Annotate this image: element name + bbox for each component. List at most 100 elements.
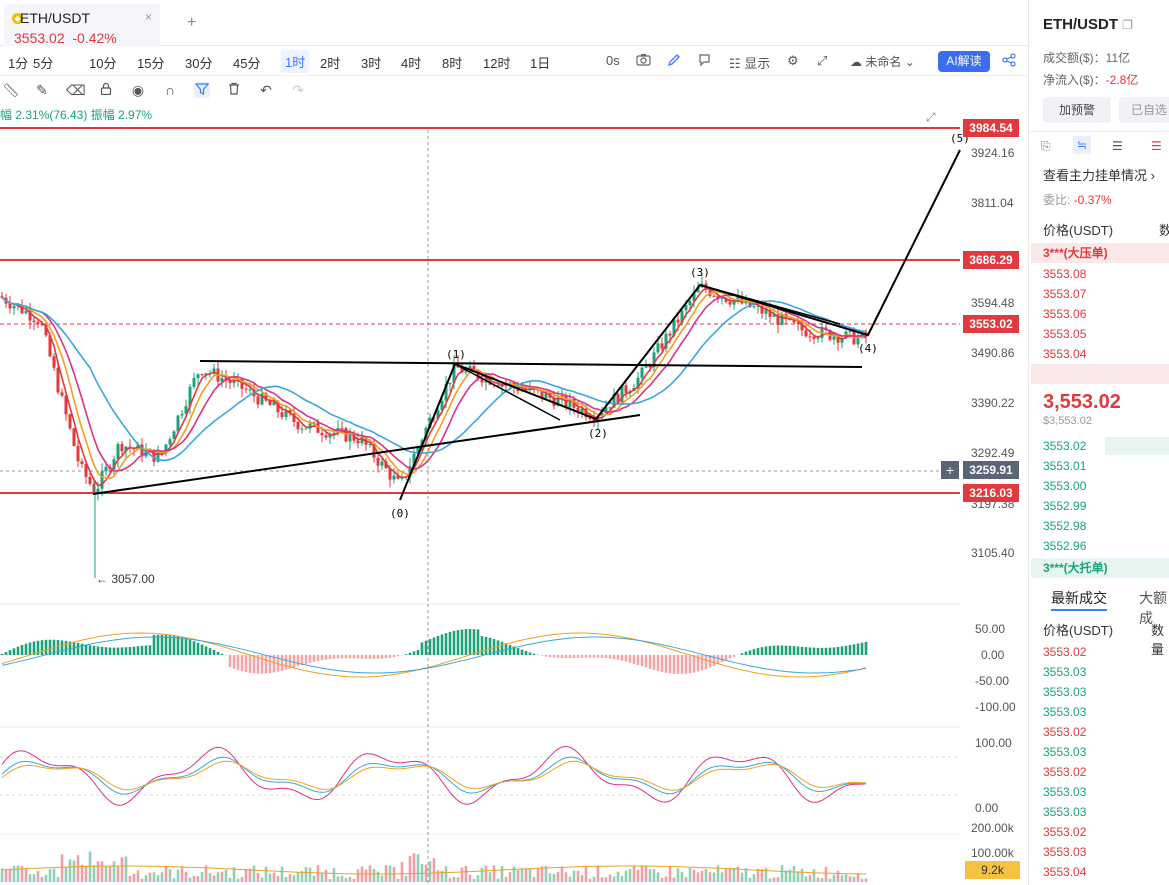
volume-bar [176, 869, 180, 882]
interval-4[interactable]: 30分 [185, 53, 212, 72]
bid-row[interactable]: 3552.99 [1043, 499, 1086, 513]
price-tag-support: 3216.03 [963, 484, 1019, 502]
view-main-orders-link[interactable]: 查看主力挂单情况 › [1043, 165, 1155, 184]
trash-icon[interactable] [226, 82, 242, 98]
volume-bar [236, 878, 240, 882]
interval-2[interactable]: 10分 [89, 53, 116, 72]
eye-icon[interactable]: ◉ [130, 82, 146, 98]
undo-icon[interactable]: ↶ [258, 82, 274, 98]
ask-row[interactable]: 3553.06 [1043, 307, 1086, 321]
eraser-icon[interactable]: ⌫ [66, 82, 86, 98]
orderbook-mode-icon[interactable]: ⎘ [1041, 139, 1051, 154]
interval-5[interactable]: 45分 [233, 53, 260, 72]
ask-row[interactable]: 3553.08 [1043, 267, 1086, 281]
interval-8[interactable]: 3时 [361, 53, 381, 72]
close-tab-icon[interactable]: × [145, 10, 152, 24]
candle-body [804, 330, 808, 337]
camera-icon[interactable] [636, 53, 651, 69]
interval-10[interactable]: 8时 [442, 53, 462, 72]
trade-row: 3553.03 [1043, 745, 1087, 759]
macd-bar [236, 655, 240, 671]
interval-1[interactable]: 5分 [33, 53, 53, 72]
ask-row[interactable]: 3553.07 [1043, 287, 1086, 301]
replay-icon[interactable] [698, 53, 711, 70]
macd-bar [20, 645, 24, 655]
bid-row[interactable]: 3553.00 [1043, 479, 1086, 493]
volume-bar [344, 878, 348, 882]
orderbook-both-icon[interactable]: ≒ [1073, 136, 1091, 154]
redo-icon[interactable]: ↷ [290, 82, 306, 98]
bid-row[interactable]: 3552.98 [1043, 519, 1086, 533]
volume-bar [168, 869, 172, 882]
volume-bar [288, 874, 292, 882]
interval-toolbar: 1分 5分 10分 15分 30分 45分 1时 2时 3时 4时 8时 12时 1日 0s ☷ 显示 … [0, 46, 1028, 76]
interval-0[interactable]: 1分 [8, 53, 28, 72]
macd-bar [548, 655, 552, 658]
expand-icon[interactable]: ⤢ [926, 110, 936, 125]
fullscreen-icon[interactable]: ⤢ [817, 53, 827, 69]
brush-icon[interactable]: ✎ [34, 82, 50, 98]
volume-bar [584, 867, 588, 882]
wave-label: (4) [858, 342, 878, 355]
last-price: 3,553.02 [1043, 391, 1121, 413]
filter-icon[interactable] [194, 82, 210, 98]
candlestick-chart[interactable]: (0)(1)(2)(3)(4)(5) [0, 102, 1028, 885]
magnet-icon[interactable]: ∩ [162, 82, 178, 98]
add-alert-icon[interactable]: + [941, 461, 959, 479]
volume-bar [776, 877, 780, 882]
pen-icon[interactable] [667, 53, 681, 70]
bid-row[interactable]: 3553.01 [1043, 459, 1086, 473]
volume-bar [548, 873, 552, 882]
interval-11[interactable]: 12时 [483, 53, 510, 72]
interval-9[interactable]: 4时 [401, 53, 421, 72]
macd-bar [160, 634, 164, 655]
volume-bar [272, 872, 276, 882]
volume-bar [348, 876, 352, 882]
macd-bar [588, 655, 592, 658]
interval-3[interactable]: 15分 [137, 53, 164, 72]
macd-bar [212, 650, 216, 655]
volume-bar [64, 867, 68, 882]
layout-dropdown[interactable]: ☁ 未命名 ⌄ [850, 53, 915, 70]
tab-eth-usdt[interactable]: ◆ ETH/USDT 3553.02 -0.42% × [4, 4, 160, 46]
orderbook-bids-icon[interactable]: ☰ [1112, 139, 1123, 153]
add-alert-button[interactable]: 加预警 [1043, 97, 1111, 123]
copy-icon[interactable]: ❐ [1122, 18, 1133, 32]
seconds-toggle[interactable]: 0s [606, 53, 620, 68]
ai-analysis-button[interactable]: AI解读 [938, 51, 990, 72]
ask-row[interactable]: 3553.04 [1043, 347, 1086, 361]
volume-bar [600, 877, 604, 882]
tab-latest-trades[interactable]: 最新成交 [1051, 588, 1107, 608]
lock-icon[interactable] [98, 82, 114, 98]
macd-bar [92, 645, 96, 655]
interval-12[interactable]: 1日 [530, 53, 550, 72]
gear-icon[interactable]: ⚙ [787, 53, 799, 69]
macd-bar [616, 655, 620, 660]
candle-body [180, 413, 184, 416]
macd-bar [628, 655, 632, 663]
price-tag-current: 3553.02 [963, 315, 1019, 333]
orderbook-asks-icon[interactable]: ☰ [1151, 139, 1162, 153]
bid-row[interactable]: 3552.96 [1043, 539, 1086, 553]
ask-row[interactable]: 3553.05 [1043, 327, 1086, 341]
add-tab-button[interactable]: + [187, 14, 196, 32]
volume-bar [592, 876, 596, 882]
volume-bar [68, 859, 72, 882]
interval-6[interactable]: 1时 [281, 50, 310, 73]
interval-7[interactable]: 2时 [320, 53, 340, 72]
candle-body [56, 367, 60, 393]
ruler-icon[interactable]: 📏︎ [2, 82, 20, 98]
volume-bar [820, 878, 824, 882]
volume-bar [508, 871, 512, 882]
volume-bar [212, 875, 216, 882]
display-settings-button[interactable]: ☷ 显示 [729, 53, 770, 72]
bid-row[interactable]: 3553.02 [1043, 439, 1086, 453]
volume-bar [448, 878, 452, 882]
candle-body [80, 461, 84, 465]
qty-column-header: 数 [1159, 220, 1169, 239]
volume-bar [492, 865, 496, 882]
share-icon[interactable] [1002, 53, 1016, 70]
chart-area[interactable]: (0) (1) (2) (3) (4) (5) ⤢ 3924.16 3811.04 3594.… [0, 102, 1028, 885]
candle-body [340, 428, 344, 430]
watchlist-button[interactable]: 已自选 [1119, 97, 1169, 123]
